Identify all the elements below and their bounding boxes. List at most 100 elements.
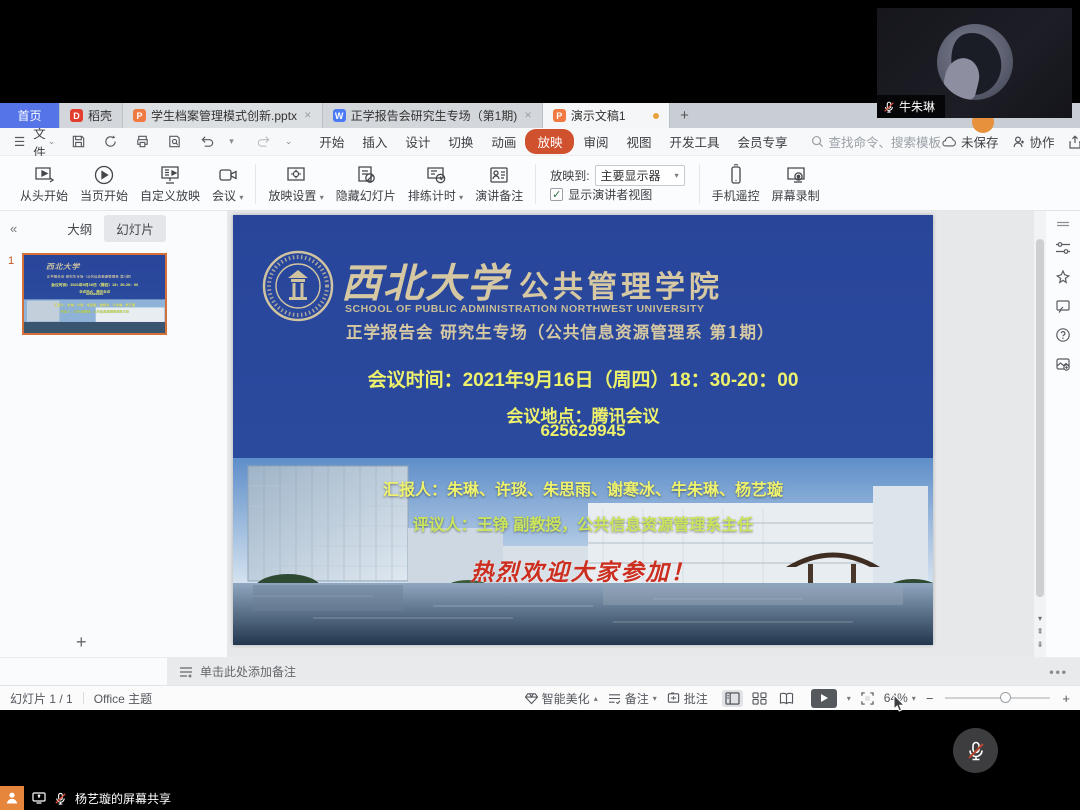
save-icon[interactable] xyxy=(71,134,86,149)
hamburger-menu-icon[interactable]: ☰ xyxy=(14,134,25,149)
docer-icon: D xyxy=(70,109,83,122)
divider xyxy=(83,692,84,704)
slide-thumbnail-content: 西北大学 正学报告会 研究生专场（公共信息资源管理系 第1期） 会议时间：202… xyxy=(24,255,165,333)
custom-show-label: 自定义放映 xyxy=(140,187,200,204)
play-options-caret-icon[interactable]: ▾ xyxy=(847,694,851,703)
menu-item-animation[interactable]: 动画 xyxy=(482,129,525,154)
play-from-beginning-button[interactable]: 从头开始 xyxy=(14,160,74,208)
tab-close-icon[interactable]: ✕ xyxy=(524,110,532,121)
slide-sorter-view-button[interactable] xyxy=(749,690,770,707)
menu-item-view[interactable]: 视图 xyxy=(617,129,660,154)
beautify-star-icon[interactable] xyxy=(1055,269,1071,285)
export-image-icon[interactable] xyxy=(1055,356,1071,372)
play-slideshow-button[interactable] xyxy=(811,689,837,708)
share-button[interactable]: 分享 xyxy=(1068,132,1080,151)
tab-document-active[interactable]: P 演示文稿1 xyxy=(543,103,670,128)
menu-item-devtools[interactable]: 开发工具 xyxy=(660,129,728,154)
slide-english-title: SCHOOL OF PUBLIC ADMINISTRATION NORTHWES… xyxy=(345,303,704,315)
notes-icon xyxy=(179,666,193,678)
normal-view-button[interactable] xyxy=(722,690,743,707)
menu-item-member[interactable]: 会员专享 xyxy=(729,129,797,154)
drag-handle-icon[interactable] xyxy=(1056,221,1070,227)
zoom-caret-icon: ▾ xyxy=(912,694,916,703)
menu-item-transition[interactable]: 切换 xyxy=(439,129,482,154)
phone-remote-button[interactable]: 手机遥控 xyxy=(706,160,766,208)
menu-item-design[interactable]: 设计 xyxy=(396,129,439,154)
slide-1[interactable]: 西北大学公共管理学院 SCHOOL OF PUBLIC ADMINISTRATI… xyxy=(233,215,933,645)
new-tab-button[interactable]: + xyxy=(670,103,700,128)
tab-home-label: 首页 xyxy=(17,107,41,124)
screen-record-button[interactable]: 屏幕录制 xyxy=(766,160,826,208)
cloud-icon xyxy=(941,135,957,148)
smart-beautify-button[interactable]: 智能美化 ▴ xyxy=(525,690,598,707)
meeting-button[interactable]: 会议 ▾ xyxy=(206,160,249,208)
speaker-notes-button[interactable]: 演讲备注 xyxy=(469,160,529,208)
previous-slide-icon[interactable]: ⇞ xyxy=(1037,627,1044,636)
microphone-muted-button[interactable] xyxy=(953,728,998,773)
undo-icon[interactable] xyxy=(199,134,216,149)
menu-item-review[interactable]: 审阅 xyxy=(574,129,617,154)
present-window-icon[interactable] xyxy=(1055,298,1071,314)
zoom-out-button[interactable]: − xyxy=(926,691,934,706)
vertical-scrollbar[interactable]: ▾ ⇞ ⇟ xyxy=(1034,211,1046,657)
undo-caret-icon[interactable]: ▾ xyxy=(229,136,234,147)
zoom-slider[interactable] xyxy=(945,697,1050,699)
display-select[interactable]: 主要显示器 ▾ xyxy=(595,165,685,186)
next-slide-icon[interactable]: ⇟ xyxy=(1037,640,1044,649)
adjust-settings-icon[interactable] xyxy=(1055,240,1071,256)
sharer-avatar[interactable] xyxy=(0,786,24,810)
rehearse-timing-button[interactable]: 排练计时 ▾ xyxy=(402,160,469,208)
slide-thumbnail[interactable]: 西北大学 正学报告会 研究生专场（公共信息资源管理系 第1期） 会议时间：202… xyxy=(22,253,167,335)
redo-icon[interactable] xyxy=(255,134,272,149)
sync-icon[interactable] xyxy=(103,134,118,149)
tab-home[interactable]: 首页 xyxy=(0,103,60,128)
ribbon-separator xyxy=(255,164,256,204)
comments-button[interactable]: 批注 xyxy=(667,690,708,707)
word-file-icon: W xyxy=(333,109,346,122)
help-icon[interactable] xyxy=(1055,327,1071,343)
save-status[interactable]: 未保存 xyxy=(941,132,999,151)
participant-video-tile[interactable]: 牛朱琳 xyxy=(877,8,1072,118)
scrollbar-thumb[interactable] xyxy=(1036,239,1044,597)
tab-document-pptx[interactable]: P 学生档案管理模式创新.pptx ✕ xyxy=(123,103,323,128)
notes-more-icon[interactable]: ••• xyxy=(1049,665,1068,679)
command-search[interactable]: 查找命令、搜索模板 xyxy=(811,132,942,151)
tab-doc2-label: 正学报告会研究生专场（第1期) xyxy=(351,107,518,124)
collaborate-button[interactable]: 协作 xyxy=(1012,132,1055,151)
notes-input[interactable]: 单击此处添加备注 ••• xyxy=(167,658,1080,685)
quick-access-more-icon[interactable]: ⌄ xyxy=(285,136,293,147)
tab-docer[interactable]: D 稻壳 xyxy=(60,103,123,128)
tab-document-report[interactable]: W 正学报告会研究生专场（第1期) ✕ xyxy=(323,103,543,128)
add-slide-button[interactable]: + xyxy=(76,632,87,653)
phone-remote-label: 手机遥控 xyxy=(712,187,760,204)
mic-muted-icon xyxy=(54,792,67,805)
file-menu-caret-icon[interactable]: ⌄ xyxy=(48,136,56,147)
zoom-in-button[interactable]: + xyxy=(1062,691,1070,706)
menu-item-slideshow-active[interactable]: 放映 xyxy=(525,129,574,154)
hide-slide-button[interactable]: 隐藏幻灯片 xyxy=(330,160,402,208)
play-from-current-button[interactable]: 当页开始 xyxy=(74,160,134,208)
zoom-slider-knob[interactable] xyxy=(1000,692,1011,703)
print-icon[interactable] xyxy=(135,134,150,149)
slide-number: 1 xyxy=(8,255,14,267)
fit-slide-button[interactable] xyxy=(861,692,874,705)
slides-tab[interactable]: 幻灯片 xyxy=(104,215,166,242)
collapse-panel-button[interactable]: « xyxy=(10,221,17,236)
menu-item-start[interactable]: 开始 xyxy=(310,129,353,154)
menu-item-insert[interactable]: 插入 xyxy=(353,129,396,154)
slide-event-title: 正学报告会 研究生专场（公共信息资源管理系 第1期） xyxy=(346,319,774,343)
file-menu[interactable]: 文件 xyxy=(33,123,46,161)
outline-tab[interactable]: 大纲 xyxy=(55,215,104,242)
notes-caret-icon: ▾ xyxy=(653,694,657,703)
notes-button[interactable]: 备注 ▾ xyxy=(608,690,657,707)
custom-show-button[interactable]: 自定义放映 xyxy=(134,160,206,208)
presenter-view-checkbox[interactable]: ✓ xyxy=(550,188,563,201)
show-settings-button[interactable]: 放映设置 ▾ xyxy=(262,160,329,208)
scroll-down-icon[interactable]: ▾ xyxy=(1038,614,1042,623)
tab-close-icon[interactable]: ✕ xyxy=(304,110,312,121)
reading-view-button[interactable] xyxy=(776,690,797,707)
participant-name-badge: 牛朱琳 xyxy=(877,95,945,118)
person-icon xyxy=(4,790,20,806)
menu-bar: ☰ 文件 ⌄ ▾ ⌄ 开始 插入 设计 切换 动画 放映 审阅 视 xyxy=(0,128,1080,156)
print-preview-icon[interactable] xyxy=(167,134,182,149)
